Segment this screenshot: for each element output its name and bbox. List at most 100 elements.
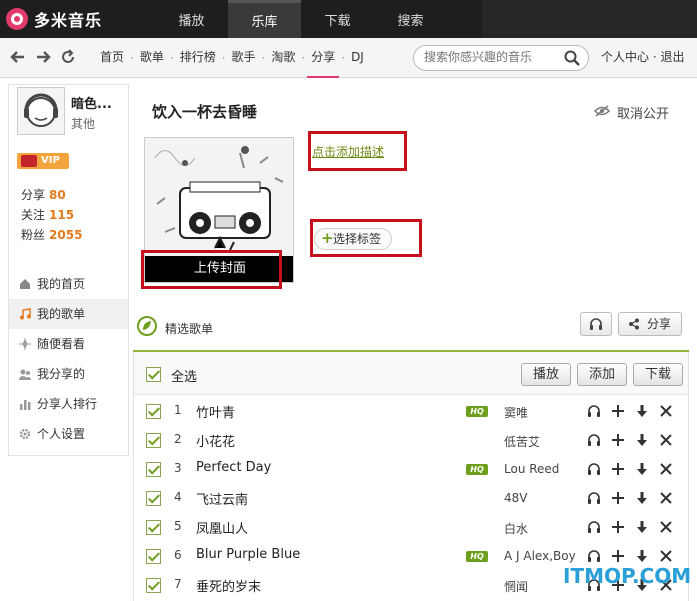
user-name[interactable]: 暗色... <box>71 93 112 112</box>
song-checkbox[interactable] <box>146 549 161 564</box>
add-icon[interactable] <box>610 432 626 448</box>
song-number: 5 <box>174 519 182 533</box>
close-icon[interactable] <box>658 432 674 448</box>
table-row[interactable]: 4 飞过云南 48V <box>134 484 688 513</box>
song-checkbox[interactable] <box>146 404 161 419</box>
download-arrow-icon[interactable] <box>634 490 650 506</box>
song-title[interactable]: 飞过云南 <box>196 489 248 508</box>
close-icon[interactable] <box>658 548 674 564</box>
close-icon[interactable] <box>658 490 674 506</box>
add-icon[interactable] <box>610 490 626 506</box>
avatar[interactable] <box>17 87 65 135</box>
refresh-icon[interactable] <box>60 49 76 69</box>
song-checkbox[interactable] <box>146 433 161 448</box>
download-arrow-icon[interactable] <box>634 461 650 477</box>
nav-link-share[interactable]: 分享 <box>307 38 340 78</box>
song-title[interactable]: Perfect Day <box>196 460 271 475</box>
song-number: 1 <box>174 403 182 417</box>
sidebar-item-my-playlists[interactable]: 我的歌单 <box>9 299 128 329</box>
table-row[interactable]: 1 竹叶青 HQ 窦唯 <box>134 397 688 426</box>
logo-icon <box>6 8 28 30</box>
forward-arrow-icon[interactable] <box>35 49 51 69</box>
add-icon[interactable] <box>610 461 626 477</box>
select-all-label[interactable]: 全选 <box>171 366 197 385</box>
share-icon <box>629 318 639 330</box>
add-icon[interactable] <box>610 548 626 564</box>
search-input[interactable] <box>424 50 564 64</box>
download-arrow-icon[interactable] <box>634 519 650 535</box>
song-title[interactable]: 小花花 <box>196 431 235 450</box>
stat-following[interactable]: 关注 115 <box>21 205 82 225</box>
song-title[interactable]: Blur Purple Blue <box>196 547 300 562</box>
close-icon[interactable] <box>658 403 674 419</box>
song-artist[interactable]: Lou Reed <box>504 462 559 476</box>
song-artist[interactable]: A J Alex,Boy <box>504 549 576 563</box>
play-button[interactable]: 播放 <box>521 363 571 386</box>
tab-library[interactable]: 乐库 <box>228 0 301 38</box>
user-stats: 分享 80 关注 115 粉丝 2055 <box>21 185 82 245</box>
nav-link-playlists[interactable]: 歌单 <box>136 38 168 78</box>
user-links[interactable]: 个人中心 · 退出 <box>601 48 684 65</box>
search-icon[interactable] <box>564 50 580 66</box>
nav-link-charts[interactable]: 排行榜 <box>176 38 220 78</box>
listen-icon[interactable] <box>586 403 602 419</box>
hidden-eye-icon[interactable] <box>594 105 610 117</box>
listen-icon[interactable] <box>586 548 602 564</box>
song-artist[interactable]: 低苦艾 <box>504 433 540 450</box>
listen-button[interactable] <box>580 312 612 336</box>
avatar-face-icon <box>24 93 58 127</box>
app-logo[interactable]: 多米音乐 <box>6 6 102 32</box>
song-artist[interactable]: 惘闻 <box>504 578 528 595</box>
cover-art-image <box>145 138 293 258</box>
song-title[interactable]: 竹叶青 <box>196 402 235 421</box>
back-arrow-icon[interactable] <box>10 49 26 69</box>
cancel-public-button[interactable]: 取消公开 <box>617 103 669 122</box>
select-all-checkbox[interactable] <box>146 367 161 382</box>
user-subtitle: 其他 <box>71 117 96 131</box>
sidebar-item-browse[interactable]: 随便看看 <box>9 329 128 359</box>
listen-icon[interactable] <box>586 432 602 448</box>
table-row[interactable]: 2 小花花 低苦艾 <box>134 426 688 455</box>
sidebar-item-my-home[interactable]: 我的首页 <box>9 269 128 299</box>
gear-icon <box>19 428 31 440</box>
song-title[interactable]: 凤凰山人 <box>196 518 248 537</box>
download-arrow-icon[interactable] <box>634 403 650 419</box>
nav-link-dj[interactable]: DJ <box>347 38 368 78</box>
table-row[interactable]: 5 凤凰山人 白水 <box>134 513 688 542</box>
song-checkbox[interactable] <box>146 462 161 477</box>
sidebar-item-my-shares[interactable]: 我分享的 <box>9 359 128 389</box>
stat-fans[interactable]: 粉丝 2055 <box>21 225 82 245</box>
share-button[interactable]: 分享 <box>618 312 682 336</box>
add-button[interactable]: 添加 <box>577 363 627 386</box>
nav-link-home[interactable]: 首页 <box>96 38 128 78</box>
download-arrow-icon[interactable] <box>634 432 650 448</box>
song-checkbox[interactable] <box>146 491 161 506</box>
song-number: 6 <box>174 548 182 562</box>
song-checkbox[interactable] <box>146 520 161 535</box>
add-icon[interactable] <box>610 519 626 535</box>
song-artist[interactable]: 白水 <box>504 520 528 537</box>
song-artist[interactable]: 窦唯 <box>504 404 528 421</box>
table-row[interactable]: 3 Perfect Day HQ Lou Reed <box>134 455 688 484</box>
close-icon[interactable] <box>658 519 674 535</box>
nav-link-artists[interactable]: 歌手 <box>228 38 260 78</box>
tab-download[interactable]: 下载 <box>301 0 374 38</box>
song-checkbox[interactable] <box>146 578 161 593</box>
category-links: 首页 · 歌单 · 排行榜 · 歌手 · 淘歌 · 分享 · DJ <box>96 38 368 78</box>
download-arrow-icon[interactable] <box>634 548 650 564</box>
listen-icon[interactable] <box>586 519 602 535</box>
listen-icon[interactable] <box>586 490 602 506</box>
nav-link-discover[interactable]: 淘歌 <box>267 38 299 78</box>
stat-shares[interactable]: 分享 80 <box>21 185 82 205</box>
song-artist[interactable]: 48V <box>504 491 527 505</box>
sidebar-item-sharer-ranking[interactable]: 分享人排行 <box>9 389 128 419</box>
tab-search[interactable]: 搜索 <box>374 0 447 38</box>
add-icon[interactable] <box>610 403 626 419</box>
song-title[interactable]: 垂死的岁末 <box>196 576 261 595</box>
close-icon[interactable] <box>658 461 674 477</box>
sidebar-item-settings[interactable]: 个人设置 <box>9 419 128 449</box>
listen-icon[interactable] <box>586 461 602 477</box>
tab-play[interactable]: 播放 <box>155 0 228 38</box>
song-actions <box>586 490 678 506</box>
download-button[interactable]: 下载 <box>633 363 683 386</box>
